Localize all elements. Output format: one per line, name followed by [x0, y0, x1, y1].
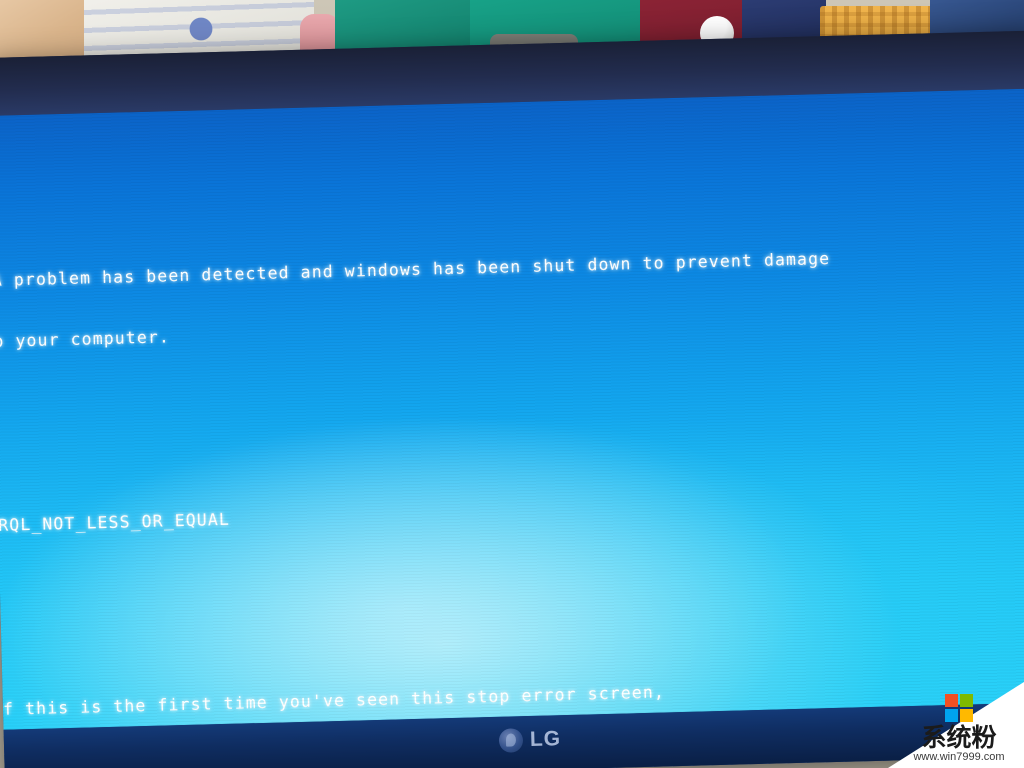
bsod-error-name: RQL_NOT_LESS_OR_EQUAL	[0, 509, 231, 535]
cloth-pattern-motif	[178, 6, 224, 52]
bsod-line: A problem has been detected and windows …	[0, 248, 831, 290]
bsod-paragraph-error-code: RQL_NOT_LESS_OR_EQUAL	[0, 447, 1024, 577]
bsod-paragraph-intro: A problem has been detected and windows …	[0, 202, 1024, 393]
lg-emblem-icon	[498, 728, 524, 753]
watermark-site-name: 系统粉	[921, 723, 997, 752]
bsod-line: o your computer.	[0, 327, 171, 351]
watermark-content: 系统粉 www.win7999.com	[900, 694, 1018, 764]
windows-logo-icon	[945, 694, 973, 722]
watermark-url: www.win7999.com	[913, 751, 1005, 763]
bsod-text-block: A problem has been detected and windows …	[0, 140, 1024, 729]
lg-logo-text: LG	[529, 727, 562, 751]
photo-of-bsod-monitor: A problem has been detected and windows …	[0, 0, 1024, 768]
lg-monitor: A problem has been detected and windows …	[0, 30, 1024, 768]
site-watermark: 系统粉 www.win7999.com	[888, 682, 1024, 768]
lg-brand-logo: LG	[498, 727, 562, 753]
monitor-screen: A problem has been detected and windows …	[0, 88, 1024, 730]
